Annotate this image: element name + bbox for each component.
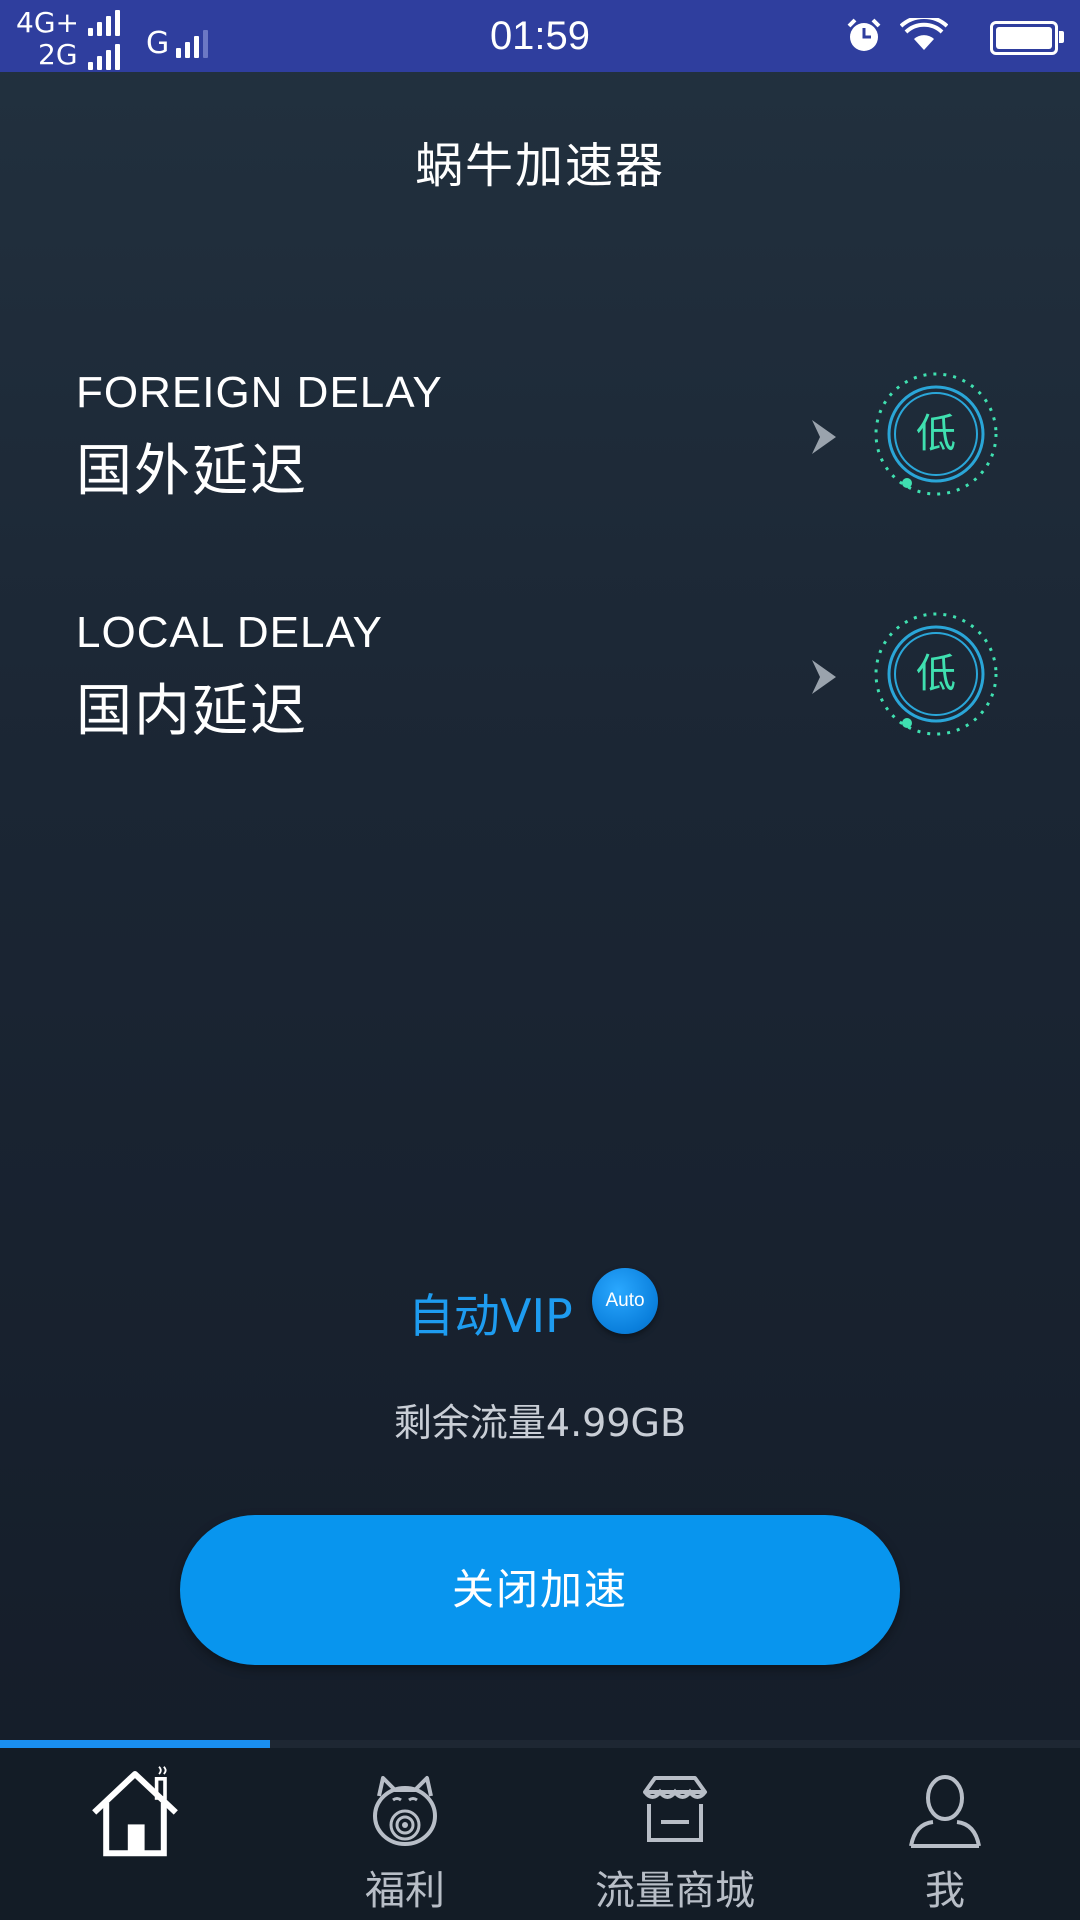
tab-indicator [0, 1740, 270, 1748]
user-icon [909, 1775, 981, 1848]
chevron-right-icon [812, 660, 836, 694]
local-delay-label-en: LOCAL DELAY [76, 608, 383, 657]
remaining-traffic: 剩余流量4.99GB [393, 1401, 687, 1445]
vip-label: 自动VIP [408, 1289, 573, 1343]
shop-icon [643, 1776, 707, 1842]
bottom-tab-bar: 福利 流量商城 我 [0, 1748, 1080, 1920]
stop-acceleration-button[interactable]: 关闭加速 [180, 1515, 900, 1665]
lucky-cat-icon [373, 1776, 437, 1846]
tab-traffic-mall[interactable]: 流量商城 [540, 1748, 810, 1920]
local-delay-level: 低 [916, 651, 956, 697]
tab-me-label: 我 [925, 1868, 965, 1914]
chevron-right-icon [812, 420, 836, 454]
foreign-delay-label-zh: 国外延迟 [76, 439, 308, 504]
alarm-icon [847, 18, 881, 51]
status-icons [844, 16, 1064, 56]
auto-badge: Auto [592, 1268, 658, 1334]
tab-indicator-track [0, 1740, 1080, 1748]
foreign-delay-row[interactable]: FOREIGN DELAY 国外延迟 低 [0, 360, 1080, 520]
foreign-delay-level: 低 [916, 411, 956, 457]
foreign-delay-label-en: FOREIGN DELAY [76, 368, 443, 417]
vip-status[interactable]: 自动VIP Auto [0, 1268, 1080, 1348]
page-title: 蜗牛加速器 [414, 138, 665, 194]
tab-welfare[interactable]: 福利 [270, 1748, 540, 1920]
tab-traffic-mall-label: 流量商城 [595, 1868, 755, 1914]
wifi-icon [900, 18, 948, 50]
home-icon [92, 1766, 178, 1857]
status-bar: 4G+ 2G G 01:59 [0, 0, 1080, 72]
battery-icon [990, 21, 1064, 55]
local-delay-row[interactable]: LOCAL DELAY 国内延迟 低 [0, 600, 1080, 760]
tab-me[interactable]: 我 [810, 1748, 1080, 1920]
local-delay-label-zh: 国内延迟 [76, 679, 308, 744]
tab-home[interactable] [0, 1748, 270, 1920]
tab-welfare-label: 福利 [365, 1868, 445, 1914]
